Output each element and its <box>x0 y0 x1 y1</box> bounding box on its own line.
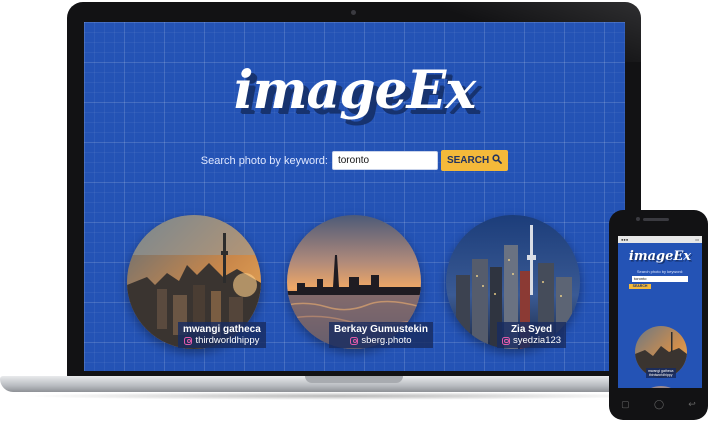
photo-credit-1: mwangi gatheca thirdworldhippy <box>178 322 266 348</box>
search-bar: Search photo by keyword: SEARCH <box>84 150 625 171</box>
photographer-name: Zia Syed <box>510 324 553 335</box>
search-button-label: SEARCH <box>446 155 490 166</box>
search-button[interactable]: SEARCH <box>440 150 509 171</box>
search-label: Search photo by keyword: <box>200 154 328 167</box>
laptop-base-notch <box>305 376 403 383</box>
photo-credit-3: Zia Syed syedzia123 <box>497 322 567 348</box>
photographer-name: mwangi gatheca <box>183 324 261 335</box>
signal-icon: ●●● <box>621 237 629 242</box>
search-input[interactable] <box>331 151 438 170</box>
mobile-search-button[interactable]: SEARCH <box>629 284 651 289</box>
mobile-photographer-handle: thirdworldhippy <box>648 373 673 377</box>
site-logo[interactable]: imageEx <box>84 60 625 121</box>
phone-camera <box>636 217 640 221</box>
phone-screen: ●●● ▭ imageEx Search photo by keyword: t… <box>618 236 702 388</box>
laptop-shadow <box>20 392 660 400</box>
photographer-handle-row[interactable]: sberg.photo <box>334 335 428 346</box>
laptop-camera <box>351 10 356 15</box>
back-icon[interactable]: ↩ <box>688 399 696 410</box>
laptop-screen: imageEx Search photo by keyword: SEARCH <box>84 22 625 371</box>
phone-nav-bar: ▢ ◯ ↩ <box>609 393 708 415</box>
mobile-logo[interactable]: imageEx <box>618 249 702 264</box>
mobile-photo-credit: mwangi gatheca thirdworldhippy <box>646 368 676 378</box>
photographer-handle-row[interactable]: syedzia123 <box>502 335 561 346</box>
photographer-handle: thirdworldhippy <box>195 335 260 346</box>
phone-status-bar: ●●● ▭ <box>618 236 702 243</box>
menu-icon[interactable]: ▢ <box>621 399 630 410</box>
photographer-handle-row[interactable]: thirdworldhippy <box>183 335 261 346</box>
mobile-search-input[interactable]: toronto <box>632 276 688 282</box>
mobile-photo-card-next[interactable] <box>635 386 687 388</box>
photographer-handle: sberg.photo <box>361 335 412 346</box>
home-icon[interactable]: ◯ <box>654 399 664 410</box>
photographer-handle: syedzia123 <box>513 335 562 346</box>
device-mockup: imageEx Search photo by keyword: SEARCH <box>0 0 708 424</box>
phone-speaker <box>643 218 669 221</box>
instagram-icon <box>184 336 193 345</box>
photo-credit-2: Berkay Gumustekin sberg.photo <box>329 322 433 348</box>
magnifier-icon <box>492 154 503 167</box>
instagram-icon <box>350 336 359 345</box>
battery-icon: ▭ <box>695 237 699 242</box>
mobile-search-label: Search photo by keyword: <box>636 269 684 274</box>
photographer-name: Berkay Gumustekin <box>334 324 428 335</box>
instagram-icon <box>502 336 510 345</box>
